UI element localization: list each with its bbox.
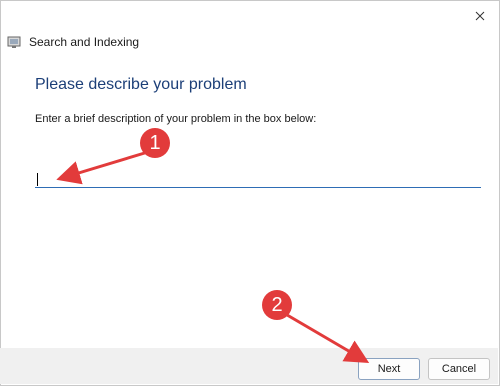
next-button[interactable]: Next — [358, 358, 420, 380]
text-caret — [37, 173, 38, 186]
close-button[interactable] — [469, 5, 491, 27]
window-title: Search and Indexing — [29, 35, 140, 49]
problem-description-input[interactable] — [35, 170, 481, 188]
troubleshooter-window: Search and Indexing Please describe your… — [0, 0, 500, 386]
close-icon — [475, 11, 485, 21]
annotation-marker-1: 1 — [140, 128, 170, 158]
page-heading: Please describe your problem — [35, 76, 247, 93]
cancel-button[interactable]: Cancel — [428, 358, 490, 380]
footer-bar — [0, 348, 498, 384]
title-bar: Search and Indexing — [7, 33, 139, 51]
instruction-text: Enter a brief description of your proble… — [35, 113, 317, 125]
troubleshooter-icon — [7, 36, 21, 48]
annotation-marker-2: 2 — [262, 290, 292, 320]
